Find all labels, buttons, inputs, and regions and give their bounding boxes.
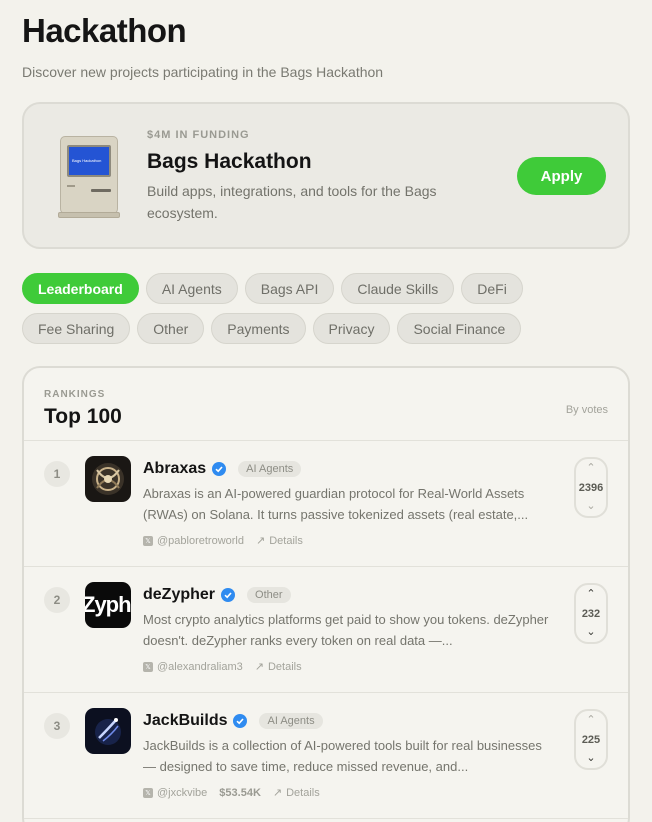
upvote-icon[interactable]: ⌃ <box>586 589 595 600</box>
x-handle-link[interactable]: 𝕏 @jxckvibe <box>143 787 207 799</box>
rankings-title: Top 100 <box>44 405 122 428</box>
filter-leaderboard[interactable]: Leaderboard <box>22 273 139 304</box>
hackathon-title: Bags Hackathon <box>147 150 312 173</box>
filter-other[interactable]: Other <box>137 313 205 344</box>
rankings-label: RANKINGS <box>44 389 106 400</box>
x-icon: 𝕏 <box>143 661 153 672</box>
rank-badge: 2 <box>44 587 70 613</box>
vote-widget: ⌃ 232 ⌄ <box>574 583 608 644</box>
x-handle-link[interactable]: 𝕏 @pabloretroworld <box>143 535 244 547</box>
downvote-icon[interactable]: ⌄ <box>586 753 595 764</box>
filter-defi[interactable]: DeFi <box>461 273 523 304</box>
category-tag: Other <box>247 587 291 603</box>
page-subtitle: Discover new projects participating in t… <box>22 64 384 80</box>
vote-count: 2396 <box>578 481 604 494</box>
filter-payments[interactable]: Payments <box>211 313 306 344</box>
upvote-icon[interactable]: ⌃ <box>586 463 595 474</box>
filter-claude-skills[interactable]: Claude Skills <box>341 273 455 304</box>
sort-label: By votes <box>565 404 608 416</box>
project-row[interactable]: 1 Abraxas AI Agents Abraxas is an AI-pow… <box>24 441 628 567</box>
rankings-panel: RANKINGS Top 100 By votes 1 Abraxas AI A… <box>22 366 630 822</box>
filter-fee-sharing[interactable]: Fee Sharing <box>22 313 131 344</box>
project-row[interactable]: 2 Zyph deZypher Other Most crypto analyt… <box>24 567 628 693</box>
category-tag: AI Agents <box>238 461 302 477</box>
category-tag: AI Agents <box>259 713 323 729</box>
category-filters: Leaderboard AI Agents Bags API Claude Sk… <box>22 273 632 353</box>
page-title: Hackathon <box>22 12 187 49</box>
verified-icon <box>233 714 248 728</box>
filter-privacy[interactable]: Privacy <box>312 313 391 344</box>
project-avatar: Zyph <box>85 582 131 628</box>
filter-social-finance[interactable]: Social Finance <box>397 313 522 344</box>
vote-widget: ⌃ 225 ⌄ <box>574 709 608 770</box>
details-link[interactable]: ↗ Details <box>256 534 303 548</box>
details-link[interactable]: ↗ Details <box>272 786 320 800</box>
project-avatar <box>85 708 131 754</box>
funding-label: $4M IN FUNDING <box>147 129 250 141</box>
hackathon-banner: Bags Hackathon $4M IN FUNDING Bags Hacka… <box>22 102 630 249</box>
project-description: Abraxas is an AI-powered guardian protoc… <box>143 486 529 522</box>
vote-widget: ⌃ 2396 ⌄ <box>574 457 608 518</box>
filter-bags-api[interactable]: Bags API <box>244 273 335 304</box>
external-link-icon: ↗ <box>272 787 283 799</box>
macintosh-illustration: Bags Hackathon <box>58 136 120 218</box>
project-name: JackBuilds <box>143 712 228 729</box>
vote-count: 232 <box>581 607 601 620</box>
vote-count: 225 <box>581 733 601 746</box>
external-link-icon: ↗ <box>254 661 264 673</box>
external-link-icon: ↗ <box>256 535 266 547</box>
project-description: JackBuilds is a collection of AI-powered… <box>143 738 542 774</box>
project-avatar <box>85 456 131 502</box>
rank-badge: 3 <box>44 713 70 739</box>
upvote-icon[interactable]: ⌃ <box>586 715 595 726</box>
verified-icon <box>212 462 227 476</box>
hackathon-description: Build apps, integrations, and tools for … <box>147 183 437 221</box>
rank-badge: 1 <box>44 461 70 487</box>
project-name: deZypher <box>143 586 216 603</box>
filter-ai-agents[interactable]: AI Agents <box>145 273 238 304</box>
revenue-value: $53.54K <box>219 786 261 799</box>
project-description: Most crypto analytics platforms get paid… <box>143 612 549 648</box>
downvote-icon[interactable]: ⌄ <box>586 627 595 638</box>
project-row[interactable]: 3 JackBuilds AI Agents JackBuilds is a c… <box>24 693 628 819</box>
details-link[interactable]: ↗ Details <box>254 660 302 674</box>
x-icon: 𝕏 <box>143 535 153 546</box>
project-name: Abraxas <box>143 460 207 477</box>
x-handle-link[interactable]: 𝕏 @alexandraliam3 <box>143 661 243 673</box>
x-icon: 𝕏 <box>143 787 153 798</box>
downvote-icon[interactable]: ⌄ <box>586 501 595 512</box>
verified-icon <box>221 588 236 602</box>
apply-button[interactable]: Apply <box>517 157 606 195</box>
